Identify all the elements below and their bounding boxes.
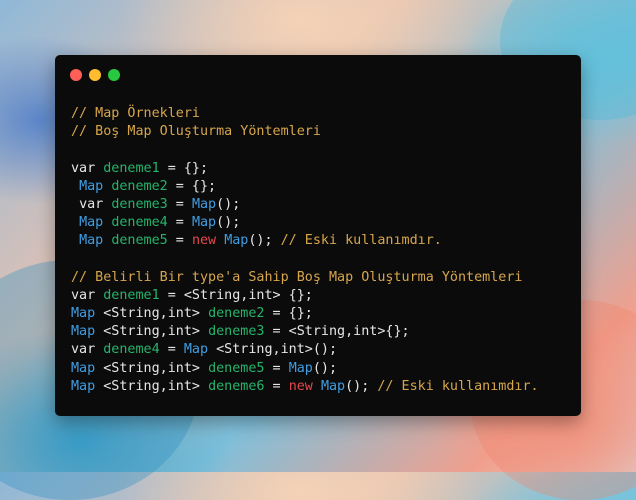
code-token-kw: var xyxy=(71,287,104,303)
code-line: // Belirli Bir type'a Sahip Boş Map Oluş… xyxy=(71,269,539,287)
code-line: var deneme3 = Map(); xyxy=(71,196,539,214)
code-token-cmt: // Boş Map Oluşturma Yöntemleri xyxy=(71,124,321,140)
code-line: Map <String,int> deneme6 = new Map(); //… xyxy=(71,378,539,396)
code-token-txt: = xyxy=(167,196,192,212)
code-block: // Map Örnekleri // Boş Map Oluşturma Yön… xyxy=(71,105,539,396)
code-token-type: Map xyxy=(71,360,96,376)
code-window: // Map Örnekleri // Boş Map Oluşturma Yön… xyxy=(55,55,581,416)
code-token-id: deneme4 xyxy=(111,215,168,231)
code-token-id: deneme5 xyxy=(208,360,265,376)
code-token-txt: = xyxy=(167,233,192,249)
code-token-kw: var xyxy=(71,342,104,358)
code-token-txt: = {}; xyxy=(264,306,313,322)
code-token-id: deneme3 xyxy=(111,196,168,212)
code-token-type: Map xyxy=(191,215,217,231)
code-token-txt: (); xyxy=(312,360,338,376)
code-token-txt: <String,int> xyxy=(95,324,209,340)
code-token-type: Map xyxy=(71,324,96,340)
code-token-type: Map xyxy=(71,378,96,394)
code-token-txt: = <String,int>{}; xyxy=(264,324,410,340)
code-token-txt: = xyxy=(167,215,192,231)
code-token-type: Map xyxy=(191,196,217,212)
code-token-txt: <String,int>(); xyxy=(208,342,338,358)
code-token-txt: <String,int> xyxy=(95,306,209,322)
zoom-dot-icon[interactable] xyxy=(108,69,120,81)
code-token-txt: <String,int> xyxy=(95,378,209,394)
code-token-txt: <String,int> xyxy=(95,360,209,376)
code-token-id: deneme2 xyxy=(111,178,168,194)
code-line: // Boş Map Oluşturma Yöntemleri xyxy=(71,123,539,141)
code-token-type: Map xyxy=(320,378,346,394)
code-token-id: deneme1 xyxy=(103,287,160,303)
code-token-txt: = xyxy=(264,378,289,394)
code-token-id: deneme5 xyxy=(111,233,168,249)
minimize-dot-icon[interactable] xyxy=(89,69,101,81)
code-token-id: deneme2 xyxy=(208,306,265,322)
code-token-txt: = xyxy=(264,360,289,376)
code-token-new: new xyxy=(191,233,217,249)
code-token-txt: (); xyxy=(248,233,281,249)
code-line: Map deneme5 = new Map(); // Eski kullanı… xyxy=(71,232,539,250)
code-line: var deneme1 = {}; xyxy=(71,160,539,178)
code-token-type: Map xyxy=(224,233,249,249)
code-token-id: deneme3 xyxy=(208,324,265,340)
code-token-txt: = xyxy=(159,342,184,358)
code-token-type: Map xyxy=(71,306,96,322)
code-token-txt: = {}; xyxy=(159,160,209,176)
code-line: // Map Örnekleri xyxy=(71,105,539,123)
code-line: Map deneme2 = {}; xyxy=(71,178,539,196)
code-token-id: deneme1 xyxy=(103,160,160,176)
code-line: Map <String,int> deneme2 = {}; xyxy=(71,305,539,323)
code-token-txt: (); xyxy=(345,378,378,394)
code-token-id: deneme4 xyxy=(103,342,160,358)
code-token-new: new xyxy=(288,378,313,394)
code-token-type: Map xyxy=(79,215,104,231)
code-line: var deneme4 = Map <String,int>(); xyxy=(71,341,539,359)
close-dot-icon[interactable] xyxy=(70,69,82,81)
code-token-kw: var xyxy=(71,160,104,176)
code-token-type: Map xyxy=(183,342,209,358)
code-token-type: Map xyxy=(79,178,104,194)
code-token-id: deneme6 xyxy=(208,378,265,394)
code-token-cmt: // Belirli Bir type'a Sahip Boş Map Oluş… xyxy=(71,269,523,285)
code-line: Map <String,int> deneme5 = Map(); xyxy=(71,360,539,378)
window-controls xyxy=(70,69,120,81)
code-token-cmt: // Eski kullanımdır. xyxy=(280,233,442,249)
code-line: var deneme1 = <String,int> {}; xyxy=(71,287,539,305)
code-token-txt: = <String,int> {}; xyxy=(159,287,313,303)
code-token-type: Map xyxy=(288,360,313,376)
code-token-kw: var xyxy=(79,196,112,212)
code-token-txt: = {}; xyxy=(167,178,217,194)
code-token-txt: (); xyxy=(216,215,241,231)
code-line: Map <String,int> deneme3 = <String,int>{… xyxy=(71,323,539,341)
code-token-type: Map xyxy=(79,233,104,249)
code-token-txt: (); xyxy=(216,196,241,212)
code-line: Map deneme4 = Map(); xyxy=(71,214,539,232)
code-token-cmt: // Eski kullanımdır. xyxy=(377,378,539,394)
code-token-cmt: // Map Örnekleri xyxy=(71,106,200,121)
